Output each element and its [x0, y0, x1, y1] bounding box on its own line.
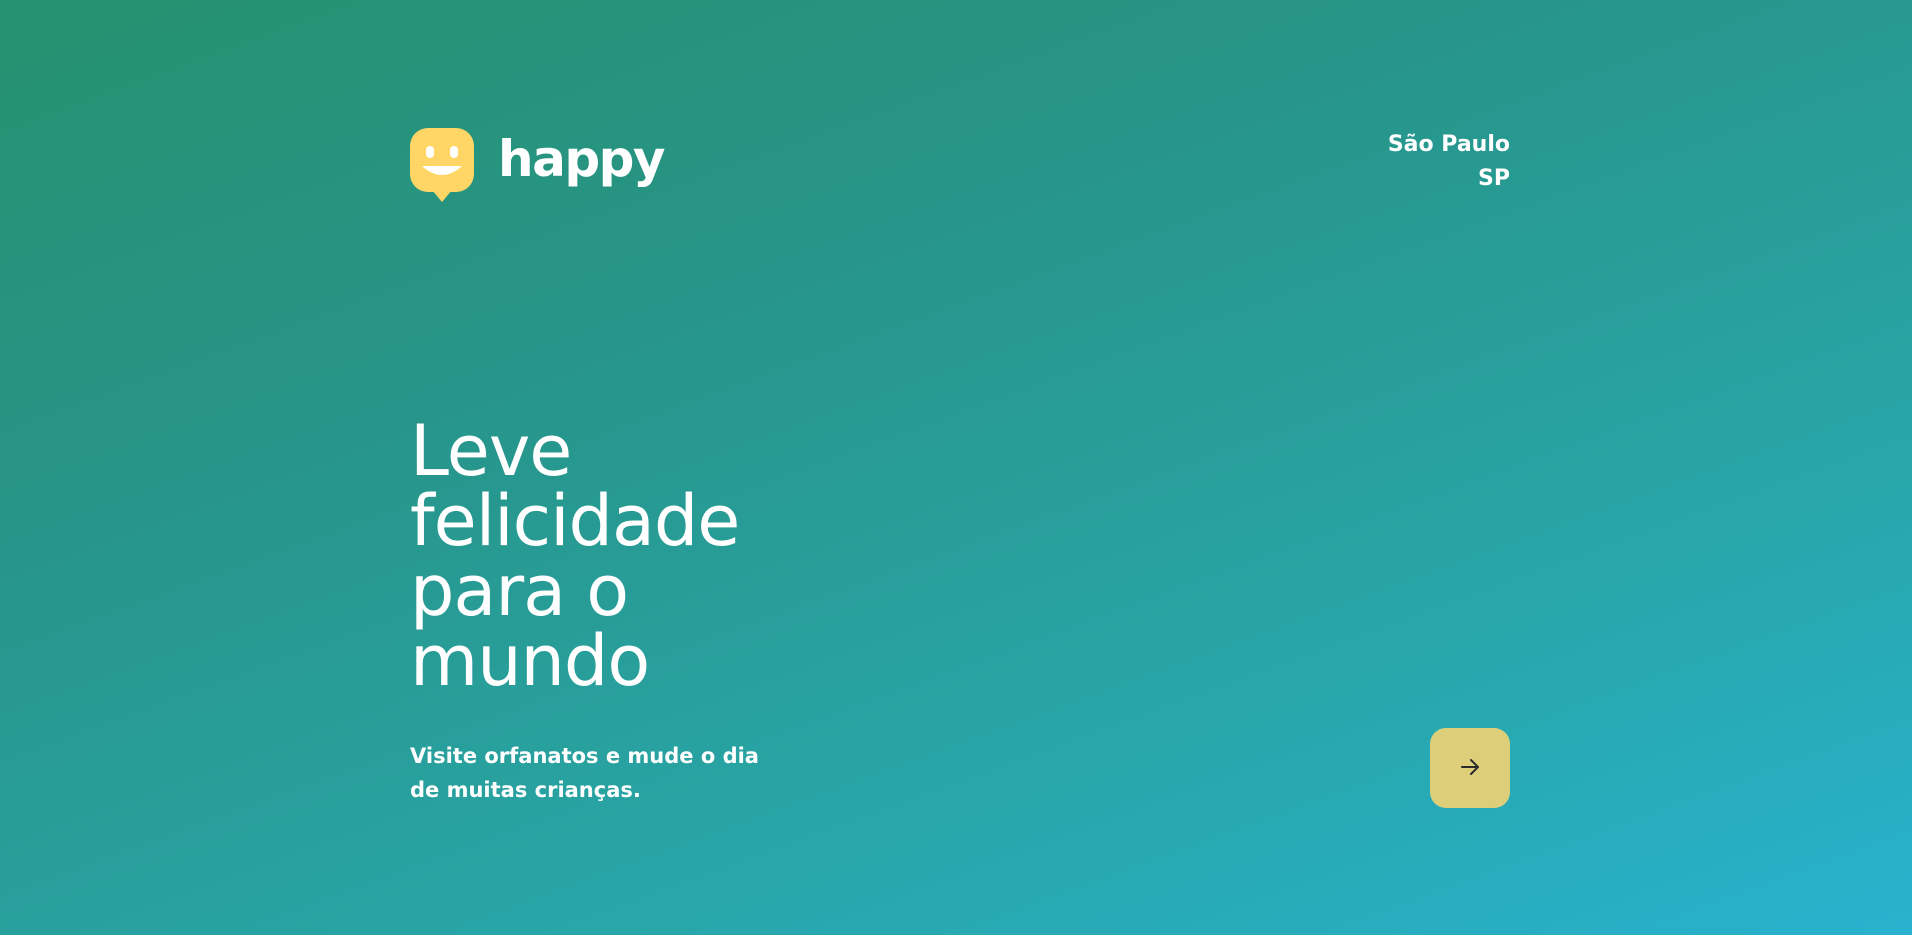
hero-title: Leve felicidade para o mundo	[410, 410, 740, 702]
location-state: SP	[1478, 166, 1510, 191]
location: São Paulo SP	[1388, 128, 1510, 196]
smiley-chat-bubble-icon	[410, 128, 474, 204]
hero-subtitle: Visite orfanatos e mude o dia de muitas …	[410, 744, 759, 802]
arrow-right-icon	[1457, 754, 1483, 783]
brand-name: happy	[498, 130, 666, 188]
landing-page: happy São Paulo SP Leve felicidade para …	[410, 0, 1510, 935]
logo: happy	[410, 128, 666, 204]
enter-app-button[interactable]	[1430, 728, 1510, 808]
location-city: São Paulo	[1387, 132, 1510, 157]
